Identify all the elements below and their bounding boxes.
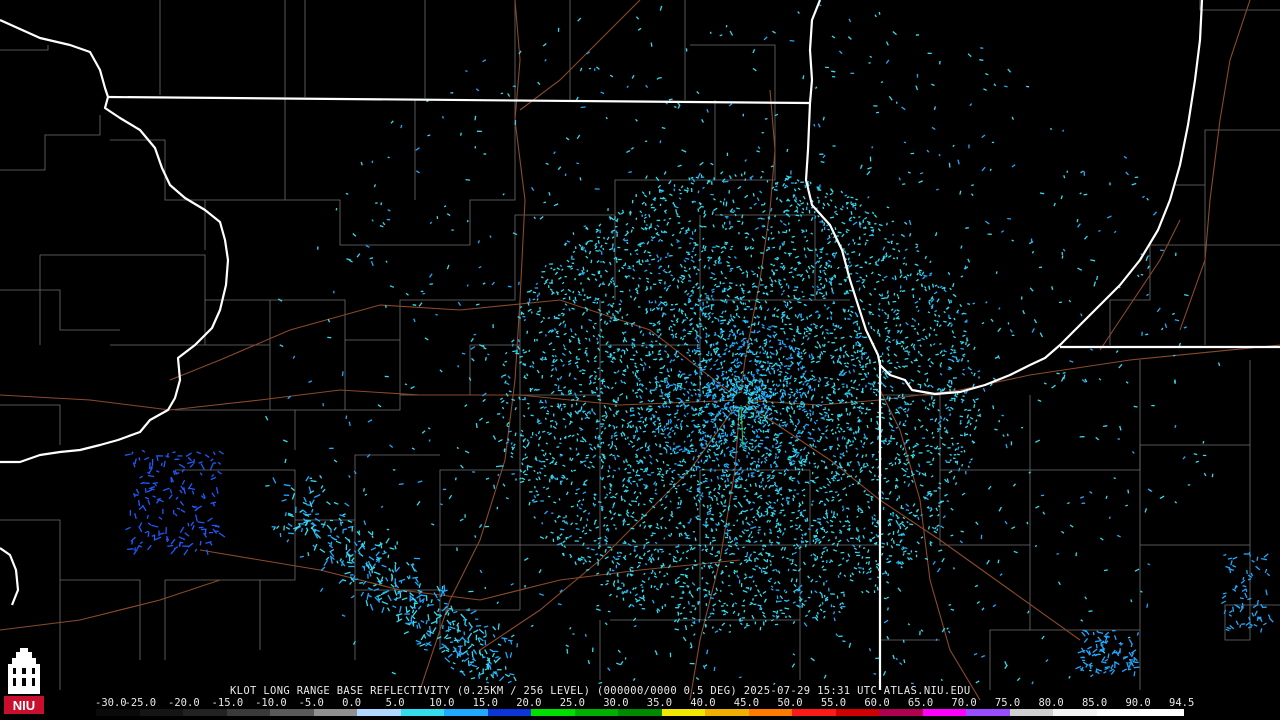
colorbar-segment — [1053, 709, 1097, 716]
scale-label: 65.0 — [907, 697, 934, 709]
scale-label: 60.0 — [864, 697, 890, 709]
colorbar-segment — [270, 709, 314, 716]
scale-label: 10.0 — [429, 697, 455, 709]
colorbar-segment — [748, 709, 793, 716]
scale-label: 90.0 — [1125, 697, 1151, 709]
colorbar-segment — [835, 709, 880, 716]
reflectivity-colorbar — [96, 709, 1184, 716]
scale-label: 0.0 — [342, 697, 362, 709]
niu-tower-logo-icon: NIU — [4, 646, 44, 716]
scale-label: 55.0 — [820, 697, 847, 709]
scale-label: 20.0 — [516, 697, 542, 709]
scale-label: 70.0 — [951, 697, 977, 709]
scale-labels: -30.0 -25.0 -20.0 -15.0 -10.0 -5.0 0.0 5.0 10.0 1… — [95, 697, 1195, 709]
scale-label: -30.0 — [95, 697, 127, 709]
colorbar-segment — [922, 709, 967, 716]
colorbar-segment — [618, 709, 662, 716]
scale-label: 80.0 — [1038, 697, 1064, 709]
colorbar-segment — [661, 709, 706, 716]
colorbar-segment — [400, 709, 445, 716]
colorbar-segment — [792, 709, 836, 716]
scale-label: 50.0 — [777, 697, 803, 709]
colorbar-segment — [574, 709, 619, 716]
colorbar-segment — [183, 709, 227, 716]
scale-label: 30.0 — [603, 697, 629, 709]
scale-label: 85.0 — [1081, 697, 1108, 709]
colorbar-segment — [96, 709, 140, 716]
colorbar-segment — [966, 709, 1010, 716]
scale-label: -15.0 — [211, 697, 244, 709]
map-background — [0, 0, 1280, 720]
scale-label: 75.0 — [994, 697, 1021, 709]
colorbar-segment — [531, 709, 575, 716]
scale-label: 25.0 — [559, 697, 586, 709]
colorbar-segment — [1140, 709, 1184, 716]
scale-label: -20.0 — [168, 697, 200, 709]
radar-map — [0, 0, 1280, 720]
scale-label: -10.0 — [255, 697, 287, 709]
colorbar-segment — [444, 709, 488, 716]
colorbar-segment — [357, 709, 401, 716]
logo-text: NIU — [13, 698, 35, 713]
colorbar-segment — [1096, 709, 1141, 716]
scale-label: 40.0 — [690, 697, 716, 709]
colorbar-segment — [139, 709, 184, 716]
colorbar-segment — [705, 709, 749, 716]
scale-label: 15.0 — [472, 697, 498, 709]
colorbar-segment — [226, 709, 271, 716]
colorbar-segment — [1009, 709, 1054, 716]
colorbar-segment — [313, 709, 358, 716]
scale-label: -25.0 — [124, 697, 157, 709]
colorbar-segment — [879, 709, 923, 716]
scale-label: 94.5 — [1169, 697, 1195, 709]
scale-label: 35.0 — [646, 697, 673, 709]
colorbar-segment — [487, 709, 532, 716]
product-caption: KLOT LONG RANGE BASE REFLECTIVITY (0.25K… — [230, 685, 971, 697]
scale-label: 5.0 — [385, 697, 405, 709]
scale-label: -5.0 — [298, 697, 324, 709]
scale-label: 45.0 — [733, 697, 760, 709]
